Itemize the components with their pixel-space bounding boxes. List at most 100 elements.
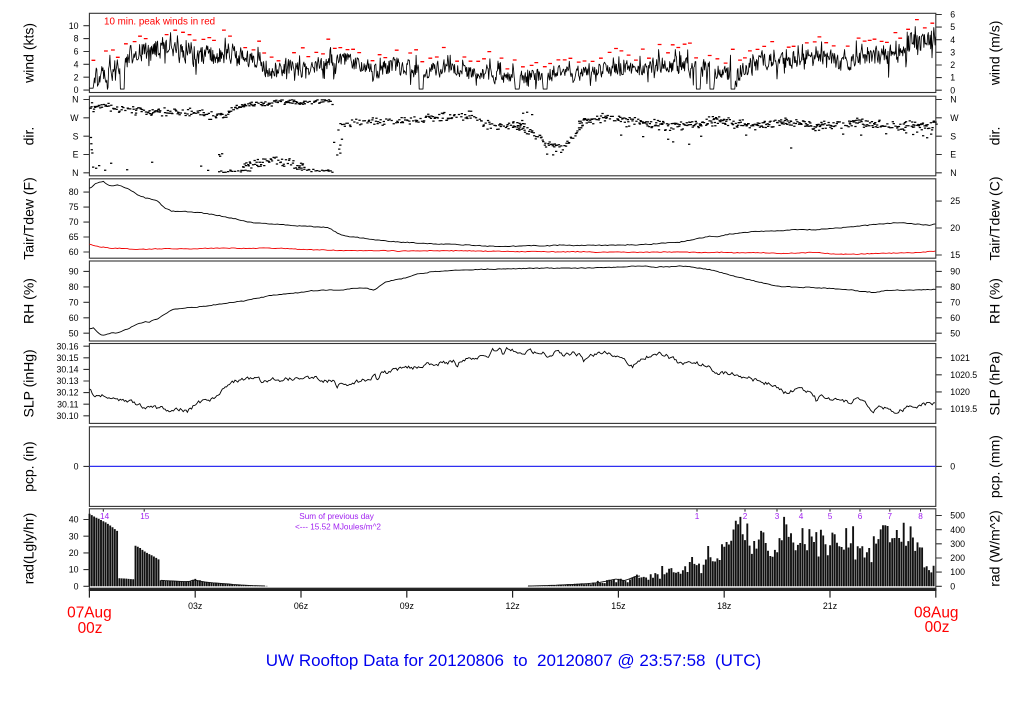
svg-text:70: 70 <box>69 217 79 227</box>
svg-text:00z: 00z <box>78 620 103 637</box>
svg-text:15: 15 <box>950 250 960 260</box>
svg-text:4: 4 <box>74 59 79 69</box>
svg-text:03z: 03z <box>188 601 202 611</box>
svg-text:06z: 06z <box>294 601 308 611</box>
svg-text:UW Rooftop Data for 20120806: UW Rooftop Data for 20120806 to 20120807… <box>266 651 761 670</box>
svg-text:00z: 00z <box>925 619 950 636</box>
svg-text:S: S <box>950 131 956 141</box>
svg-text:90: 90 <box>950 267 960 277</box>
svg-text:100: 100 <box>950 567 965 577</box>
svg-text:40: 40 <box>69 515 79 525</box>
svg-text:50: 50 <box>950 328 960 338</box>
svg-text:15: 15 <box>140 512 150 521</box>
svg-text:6: 6 <box>950 10 955 20</box>
svg-text:50: 50 <box>69 328 79 338</box>
svg-text:0: 0 <box>950 581 955 591</box>
svg-text:30.12: 30.12 <box>56 388 78 398</box>
svg-text:21z: 21z <box>823 601 837 611</box>
svg-text:10: 10 <box>69 21 79 31</box>
svg-text:wind (kts): wind (kts) <box>20 23 36 84</box>
svg-text:Sum of previous day: Sum of previous day <box>299 512 375 521</box>
svg-text:RH (%): RH (%) <box>20 278 36 324</box>
svg-text:5: 5 <box>950 22 955 32</box>
svg-text:18z: 18z <box>717 601 731 611</box>
svg-text:80: 80 <box>950 282 960 292</box>
svg-text:65: 65 <box>69 232 79 242</box>
svg-text:1021: 1021 <box>950 353 970 363</box>
svg-text:30.16: 30.16 <box>56 341 78 351</box>
svg-text:07Aug: 07Aug <box>67 604 112 621</box>
svg-text:8: 8 <box>74 34 79 44</box>
svg-text:0: 0 <box>74 462 79 472</box>
svg-text:1020: 1020 <box>950 387 970 397</box>
svg-text:30: 30 <box>69 531 79 541</box>
svg-text:S: S <box>73 131 79 141</box>
svg-text:6: 6 <box>74 47 79 57</box>
svg-text:1: 1 <box>695 512 700 521</box>
svg-text:SLP (hPa): SLP (hPa) <box>987 351 1003 415</box>
svg-text:300: 300 <box>950 539 965 549</box>
svg-text:75: 75 <box>69 202 79 212</box>
svg-text:80: 80 <box>69 187 79 197</box>
svg-text:30.10: 30.10 <box>56 411 78 421</box>
svg-text:wind (m/s): wind (m/s) <box>987 21 1003 87</box>
svg-text:3: 3 <box>950 47 955 57</box>
svg-text:70: 70 <box>950 297 960 307</box>
svg-text:E: E <box>73 150 79 160</box>
svg-text:Tair/Tdew (C): Tair/Tdew (C) <box>987 176 1003 260</box>
svg-text:7: 7 <box>888 512 893 521</box>
svg-text:3: 3 <box>775 512 780 521</box>
svg-text:90: 90 <box>69 267 79 277</box>
svg-text:2: 2 <box>950 60 955 70</box>
svg-text:60: 60 <box>69 313 79 323</box>
svg-text:1020.5: 1020.5 <box>950 370 977 380</box>
svg-text:30.14: 30.14 <box>56 365 78 375</box>
svg-text:rad(Lgly/hr): rad(Lgly/hr) <box>20 513 36 585</box>
svg-text:60: 60 <box>69 247 79 257</box>
svg-text:6: 6 <box>858 512 863 521</box>
svg-text:Tair/Tdew (F): Tair/Tdew (F) <box>20 177 36 259</box>
svg-text:400: 400 <box>950 525 965 535</box>
svg-text:dir.: dir. <box>987 127 1003 146</box>
svg-text:30.11: 30.11 <box>57 399 78 409</box>
svg-text:2: 2 <box>743 512 748 521</box>
svg-text:<--- 15.52 MJoules/m^2: <--- 15.52 MJoules/m^2 <box>295 522 381 531</box>
svg-text:4: 4 <box>950 35 955 45</box>
svg-text:15z: 15z <box>611 601 625 611</box>
svg-text:10: 10 <box>69 565 79 575</box>
svg-text:30.13: 30.13 <box>56 376 78 386</box>
svg-text:500: 500 <box>950 511 965 521</box>
svg-text:SLP (inHg): SLP (inHg) <box>20 349 36 417</box>
svg-text:5: 5 <box>828 512 833 521</box>
svg-text:W: W <box>950 113 959 123</box>
svg-text:80: 80 <box>69 282 79 292</box>
svg-text:0: 0 <box>74 581 79 591</box>
svg-text:14: 14 <box>100 512 110 521</box>
svg-text:200: 200 <box>950 553 965 563</box>
svg-text:N: N <box>72 95 78 105</box>
svg-text:1: 1 <box>950 73 955 83</box>
svg-text:N: N <box>72 168 78 178</box>
svg-text:25: 25 <box>950 196 960 206</box>
svg-text:RH (%): RH (%) <box>987 278 1003 324</box>
svg-text:10 min. peak winds in red: 10 min. peak winds in red <box>104 16 215 27</box>
svg-text:N: N <box>950 168 956 178</box>
svg-text:pcp. (in): pcp. (in) <box>20 441 36 492</box>
svg-text:W: W <box>70 113 79 123</box>
svg-text:20: 20 <box>950 223 960 233</box>
svg-text:09z: 09z <box>400 601 414 611</box>
svg-text:30.15: 30.15 <box>56 353 78 363</box>
svg-text:rad (W/m^2): rad (W/m^2) <box>987 510 1003 587</box>
svg-text:E: E <box>950 150 956 160</box>
svg-text:1019.5: 1019.5 <box>950 404 977 414</box>
svg-text:4: 4 <box>799 512 804 521</box>
svg-text:60: 60 <box>950 313 960 323</box>
svg-text:12z: 12z <box>506 601 520 611</box>
svg-text:dir.: dir. <box>20 127 36 146</box>
svg-text:N: N <box>950 95 956 105</box>
svg-text:20: 20 <box>69 548 79 558</box>
svg-text:2: 2 <box>74 72 79 82</box>
svg-text:pcp. (mm): pcp. (mm) <box>987 435 1003 498</box>
svg-text:8: 8 <box>918 512 923 521</box>
svg-text:70: 70 <box>69 297 79 307</box>
